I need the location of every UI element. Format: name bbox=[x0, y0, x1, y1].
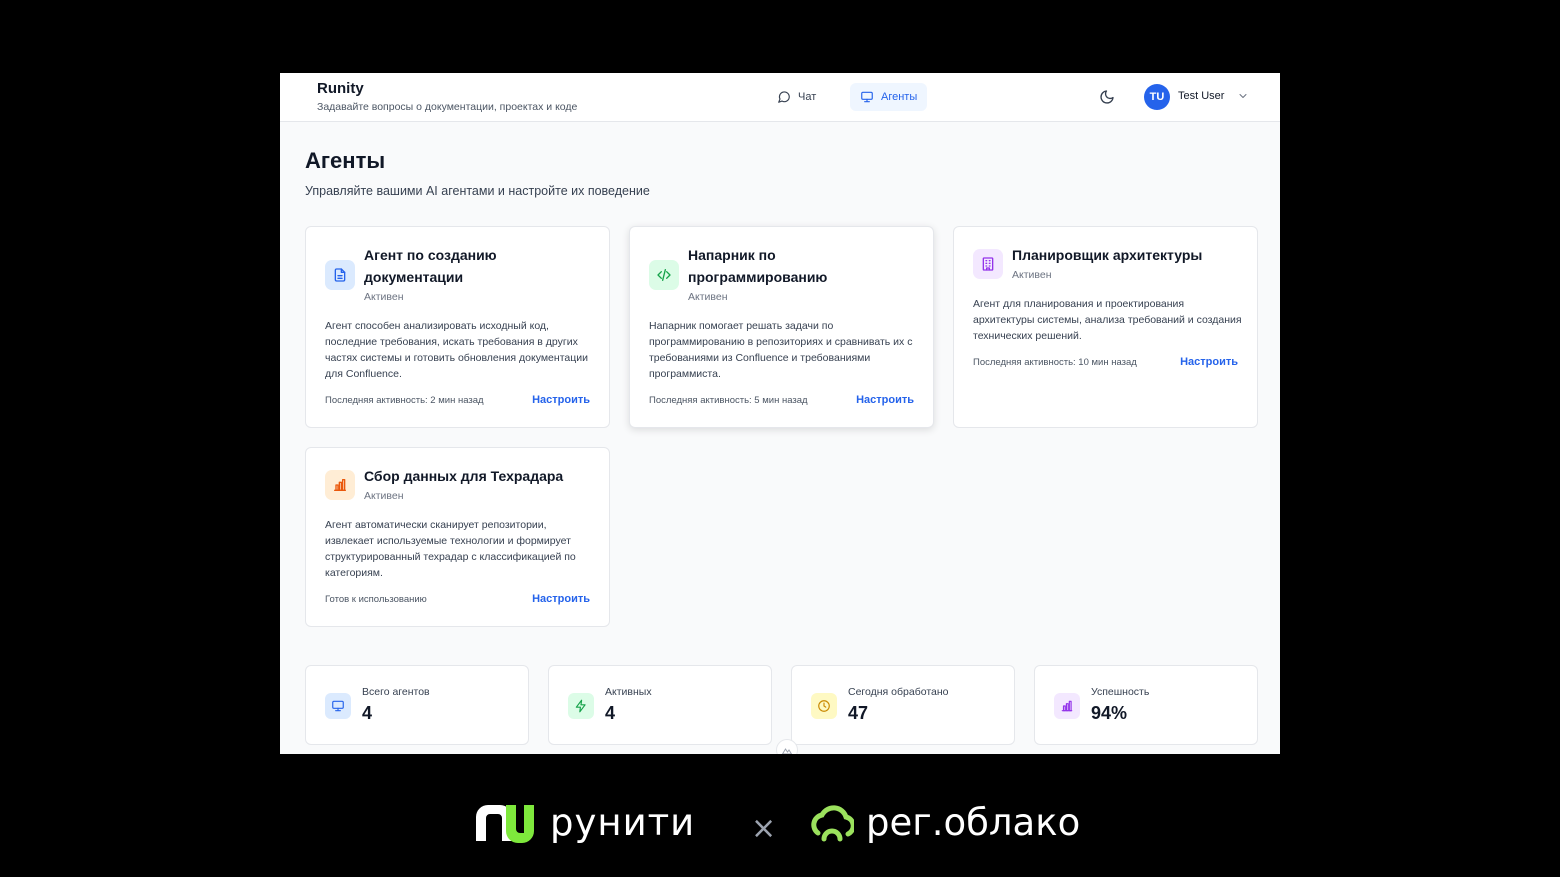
configure-button[interactable]: Настроить bbox=[856, 394, 914, 406]
runity-logo: рунити bbox=[472, 801, 695, 844]
nav-agents-label: Агенты bbox=[881, 91, 918, 103]
nav-chat-label: Чат bbox=[798, 91, 817, 103]
stat-label: Успешность bbox=[1091, 686, 1150, 698]
agent-card[interactable]: Планировщик архитектуры Активен Агент дл… bbox=[953, 226, 1258, 428]
stat-value: 4 bbox=[605, 703, 616, 723]
separator: × bbox=[751, 811, 777, 846]
runity-logo-mark-icon bbox=[476, 804, 534, 843]
agent-card-status: Активен bbox=[364, 291, 404, 303]
runity-logo-text: рунити bbox=[550, 801, 696, 844]
code-icon bbox=[649, 260, 679, 290]
brand-title: Runity bbox=[317, 80, 364, 97]
stat-value: 94% bbox=[1091, 703, 1128, 723]
chat-icon bbox=[778, 91, 790, 103]
agent-card-status: Активен bbox=[364, 490, 404, 502]
moon-icon[interactable] bbox=[1099, 89, 1115, 105]
reg-cloud-logo-text: рег.облако bbox=[866, 801, 1081, 844]
stat-label: Сегодня обработано bbox=[848, 686, 949, 698]
agent-card-description: Агент для планирования и проектирования … bbox=[973, 298, 1242, 342]
page-subtitle: Управляйте вашими AI агентами и настройт… bbox=[305, 184, 650, 198]
agent-card-description: Агент способен анализировать исходный ко… bbox=[325, 320, 588, 380]
cloud-logo-icon bbox=[811, 804, 854, 841]
user-name[interactable]: Test User bbox=[1178, 90, 1224, 102]
brand-subtitle: Задавайте вопросы о документации, проект… bbox=[317, 101, 578, 113]
agent-card-description: Напарник помогает решать задачи по прогр… bbox=[649, 320, 913, 380]
stat-label: Активных bbox=[605, 686, 652, 698]
stat-value: 47 bbox=[848, 703, 869, 723]
top-bar: Runity Задавайте вопросы о документации,… bbox=[280, 73, 1280, 122]
reg-cloud-logo: рег.облако bbox=[810, 801, 1080, 844]
clock-icon bbox=[811, 693, 837, 719]
agent-card-status: Активен bbox=[1012, 269, 1052, 281]
stat-active: Активных 4 bbox=[548, 665, 772, 745]
agent-card-description: Агент автоматически сканирует репозитори… bbox=[325, 519, 576, 579]
stat-label: Всего агентов bbox=[362, 686, 430, 698]
building-icon bbox=[973, 249, 1003, 279]
monitor-icon bbox=[325, 693, 351, 719]
agent-card-title: Планировщик архитектуры bbox=[1012, 247, 1203, 263]
monitor-icon bbox=[861, 91, 873, 103]
configure-button[interactable]: Настроить bbox=[532, 593, 590, 605]
bar-chart-icon bbox=[1054, 693, 1080, 719]
agent-card-activity: Последняя активность: 10 мин назад bbox=[973, 357, 1137, 368]
agent-card-title: Агент по созданию документации bbox=[364, 247, 497, 285]
nav-chat-button[interactable]: Чат bbox=[767, 83, 826, 111]
agent-card[interactable]: Агент по созданию документации Активен А… bbox=[305, 226, 610, 428]
stat-value: 4 bbox=[362, 703, 373, 723]
bolt-icon bbox=[568, 693, 594, 719]
page-title: Агенты bbox=[305, 148, 386, 173]
agent-card-activity: Готов к использованию bbox=[325, 594, 427, 605]
configure-button[interactable]: Настроить bbox=[532, 394, 590, 406]
stat-total-agents: Всего агентов 4 bbox=[305, 665, 529, 745]
scroll-handle[interactable] bbox=[776, 739, 798, 754]
nav-agents-button[interactable]: Агенты bbox=[850, 83, 928, 111]
stat-success-rate: Успешность 94% bbox=[1034, 665, 1258, 745]
agent-card-activity: Последняя активность: 2 мин назад bbox=[325, 395, 484, 406]
configure-button[interactable]: Настроить bbox=[1180, 356, 1238, 368]
app-window: Runity Задавайте вопросы о документации,… bbox=[280, 73, 1280, 754]
agent-card-status: Активен bbox=[688, 291, 728, 303]
stat-processed-today: Сегодня обработано 47 bbox=[791, 665, 1015, 745]
bar-chart-icon bbox=[325, 470, 355, 500]
agent-card-title: Сбор данных для Техрадара bbox=[364, 468, 564, 484]
agent-card-title: Напарник по программированию bbox=[688, 247, 828, 285]
avatar[interactable]: TU bbox=[1144, 84, 1170, 110]
agent-card[interactable]: Сбор данных для Техрадара Активен Агент … bbox=[305, 447, 610, 627]
mountain-icon bbox=[781, 748, 793, 754]
document-icon bbox=[325, 260, 355, 290]
agent-card[interactable]: Напарник по программированию Активен Нап… bbox=[629, 226, 934, 428]
agent-card-activity: Последняя активность: 5 мин назад bbox=[649, 395, 808, 406]
chevron-down-icon[interactable] bbox=[1237, 90, 1249, 102]
